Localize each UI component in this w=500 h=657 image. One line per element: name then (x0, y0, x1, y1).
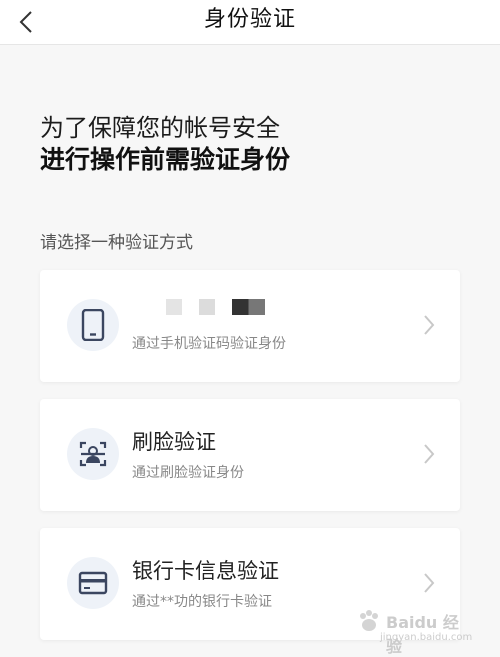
watermark-url: jingyan.baidu.com (380, 632, 473, 643)
verify-method-sms[interactable]: 通过手机验证码验证身份 (40, 270, 460, 382)
verify-method-title: 银行卡信息验证 (132, 559, 279, 583)
verify-method-subtitle: 通过手机验证码验证身份 (132, 336, 286, 352)
verify-method-subtitle: 通过刷脸验证身份 (132, 465, 244, 481)
face-scan-icon (67, 428, 119, 480)
chevron-right-icon (424, 444, 435, 464)
chevron-right-icon (424, 573, 435, 593)
page-title: 身份验证 (203, 7, 296, 32)
chevron-left-icon (19, 11, 32, 33)
paw-icon (360, 610, 378, 631)
intro-line-1: 为了保障您的帐号安全 (40, 114, 280, 142)
verify-method-subtitle: 通过**功的银行卡验证 (132, 594, 272, 610)
page: 身份验证 为了保障您的帐号安全 进行操作前需验证身份 请选择一种验证方式 通过手… (0, 0, 500, 657)
section-label: 请选择一种验证方式 (40, 233, 193, 253)
masked-phone-number (166, 297, 265, 317)
nav-bar: 身份验证 (0, 0, 500, 45)
watermark: Baidu 经验 jingyan.baidu.com (356, 605, 474, 656)
phone-icon (67, 299, 119, 351)
back-button[interactable] (8, 4, 44, 40)
chevron-right-icon (424, 315, 435, 335)
bank-card-icon (67, 557, 119, 609)
intro-line-2: 进行操作前需验证身份 (40, 145, 291, 174)
verify-method-face[interactable]: 刷脸验证 通过刷脸验证身份 (40, 399, 460, 511)
verify-method-title: 刷脸验证 (132, 430, 216, 454)
